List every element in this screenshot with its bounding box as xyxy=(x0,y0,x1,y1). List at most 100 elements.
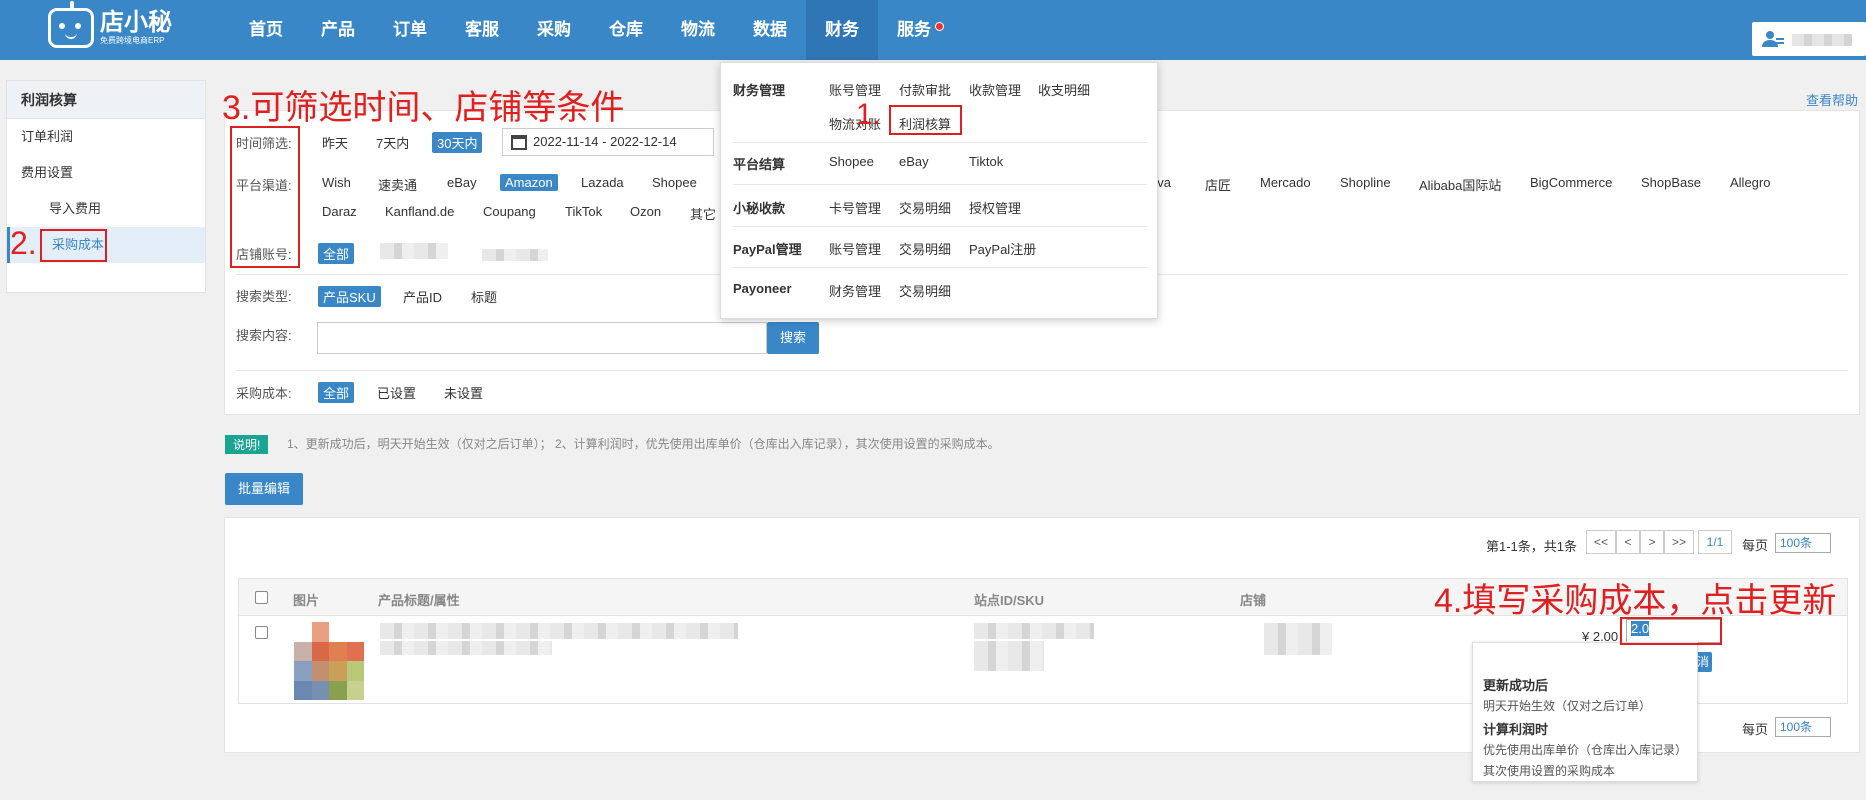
dd-link-authorization[interactable]: 授权管理 xyxy=(969,198,1021,217)
platform-alibaba[interactable]: Alibaba国际站 xyxy=(1419,175,1501,194)
product-attr-blurred xyxy=(380,641,552,655)
pager-last[interactable]: >> xyxy=(1664,530,1694,554)
per-page-select[interactable]: 100条 xyxy=(1775,533,1831,553)
cost-filter-all[interactable]: 全部 xyxy=(318,382,355,403)
platform-dianjiang[interactable]: 店匠 xyxy=(1205,175,1231,194)
notice-text: 1、更新成功后，明天开始生效（仅对之后订单）； 2、计算利润时，优先使用出库单价… xyxy=(287,437,1000,451)
dd-link-payoneer-transactions[interactable]: 交易明细 xyxy=(899,281,951,300)
dd-link-paypal-register[interactable]: PayPal注册 xyxy=(969,239,1036,258)
date-range-picker[interactable]: 2022-11-14 - 2022-12-14 xyxy=(502,128,714,156)
pager-first[interactable]: << xyxy=(1586,530,1616,554)
logo[interactable]: 店小秘 免费跨境电商ERP xyxy=(48,1,172,48)
time-option-7days[interactable]: 7天内 xyxy=(376,133,409,152)
platform-daraz[interactable]: Daraz xyxy=(322,204,357,219)
nav-customer-service[interactable]: 客服 xyxy=(446,0,518,60)
per-page-label-bottom: 每页 xyxy=(1742,722,1769,737)
shop-name-blurred[interactable] xyxy=(380,243,448,259)
platform-shopee[interactable]: Shopee xyxy=(652,175,697,190)
shop-name-blurred[interactable] xyxy=(482,249,548,261)
batch-edit-button[interactable]: 批量编辑 xyxy=(225,473,303,505)
dd-link-income-expense[interactable]: 收支明细 xyxy=(1038,80,1090,99)
dd-link-ebay[interactable]: eBay xyxy=(899,154,929,169)
dd-link-paypal-transactions[interactable]: 交易明细 xyxy=(899,239,951,258)
main-nav: 首页 产品 订单 客服 采购 仓库 物流 数据 财务 服务 xyxy=(230,0,950,60)
platform-mercado[interactable]: Mercado xyxy=(1260,175,1311,190)
nav-logistics[interactable]: 物流 xyxy=(662,0,734,60)
dd-link-payoneer-finance[interactable]: 财务管理 xyxy=(829,281,881,300)
annotation-box-cost-input xyxy=(1620,617,1722,645)
platform-other[interactable]: 其它 xyxy=(690,204,716,223)
platform-shopbase[interactable]: ShopBase xyxy=(1641,175,1701,190)
nav-orders[interactable]: 订单 xyxy=(374,0,446,60)
search-button[interactable]: 搜索 xyxy=(767,322,819,354)
per-page-select-bottom[interactable]: 100条 xyxy=(1775,717,1831,737)
annotation-step-4: 4.填写采购成本，点击更新 xyxy=(1434,582,1837,620)
pager-current[interactable]: 1/1 xyxy=(1698,530,1732,554)
dd-link-account-management[interactable]: 账号管理 xyxy=(829,80,881,99)
sidebar-header: 利润核算 xyxy=(7,81,205,119)
dd-link-shopee[interactable]: Shopee xyxy=(829,154,874,169)
platform-bigcommerce[interactable]: BigCommerce xyxy=(1530,175,1612,190)
finance-dropdown-menu: 财务管理 账号管理 付款审批 收款管理 收支明细 物流对账 利润核算 平台结算 … xyxy=(720,62,1158,319)
tooltip-title-1: 更新成功后 xyxy=(1483,678,1549,693)
cost-filter-set[interactable]: 已设置 xyxy=(377,383,416,402)
user-menu[interactable] xyxy=(1752,22,1866,56)
platform-coupang[interactable]: Coupang xyxy=(483,204,536,219)
product-image[interactable] xyxy=(294,622,364,700)
dd-section-platform-settlement: 平台结算 xyxy=(733,157,786,172)
shop-all[interactable]: 全部 xyxy=(318,243,355,264)
platform-wish[interactable]: Wish xyxy=(322,175,351,190)
platform-amazon[interactable]: Amazon xyxy=(500,174,558,191)
platform-shopline[interactable]: Shopline xyxy=(1340,175,1391,190)
platform-kaufland[interactable]: Kanfland.de xyxy=(385,204,454,219)
nav-purchase[interactable]: 采购 xyxy=(518,0,590,60)
platform-aliexpress[interactable]: 速卖通 xyxy=(378,175,417,194)
search-type-label: 搜索类型: xyxy=(236,289,292,304)
search-input[interactable] xyxy=(317,322,767,354)
nav-services[interactable]: 服务 xyxy=(878,0,950,60)
platform-ozon[interactable]: Ozon xyxy=(630,204,661,219)
nav-home[interactable]: 首页 xyxy=(230,0,302,60)
dd-link-card-management[interactable]: 卡号管理 xyxy=(829,198,881,217)
tooltip-text-2: 优先使用出库单价（仓库出入库记录） xyxy=(1483,743,1688,757)
dd-link-paypal-accounts[interactable]: 账号管理 xyxy=(829,239,881,258)
nav-data[interactable]: 数据 xyxy=(734,0,806,60)
sku-blurred xyxy=(974,641,1044,671)
nav-products[interactable]: 产品 xyxy=(302,0,374,60)
sidebar-item-expense-settings[interactable]: 费用设置 xyxy=(7,155,205,191)
nav-finance[interactable]: 财务 xyxy=(806,0,878,60)
user-name-blurred xyxy=(1792,34,1852,46)
time-option-yesterday[interactable]: 昨天 xyxy=(322,133,348,152)
user-icon xyxy=(1762,31,1784,47)
platform-lazada[interactable]: Lazada xyxy=(581,175,624,190)
top-nav-bar: 店小秘 免费跨境电商ERP 首页 产品 订单 客服 采购 仓库 物流 数据 财务… xyxy=(0,0,1866,60)
tooltip-title-2: 计算利润时 xyxy=(1483,722,1549,737)
annotation-step-2: 2. xyxy=(10,225,37,261)
product-title-blurred[interactable] xyxy=(380,623,738,639)
platform-ebay[interactable]: eBay xyxy=(447,175,477,190)
select-all-checkbox[interactable] xyxy=(255,591,268,604)
nav-warehouse[interactable]: 仓库 xyxy=(590,0,662,60)
sidebar-item-import-expenses[interactable]: 导入费用 xyxy=(7,191,205,227)
sidebar-item-order-profit[interactable]: 订单利润 xyxy=(7,119,205,155)
search-type-title[interactable]: 标题 xyxy=(471,287,497,306)
annotation-box-profit-link xyxy=(889,105,962,135)
pager-summary: 第1-1条，共1条 xyxy=(1486,539,1578,554)
dd-link-payment-approval[interactable]: 付款审批 xyxy=(899,80,951,99)
pager-prev[interactable]: < xyxy=(1616,530,1640,554)
dd-link-receipts[interactable]: 收款管理 xyxy=(969,80,1021,99)
platform-tiktok[interactable]: TikTok xyxy=(565,204,602,219)
row-checkbox[interactable] xyxy=(255,626,268,639)
search-type-sku[interactable]: 产品SKU xyxy=(318,286,381,307)
robot-logo-icon xyxy=(48,1,94,48)
cost-filter-unset[interactable]: 未设置 xyxy=(444,383,483,402)
per-page-label: 每页 xyxy=(1742,538,1769,553)
time-option-30days[interactable]: 30天内 xyxy=(432,132,483,153)
platform-allegro[interactable]: Allegro xyxy=(1730,175,1770,190)
dd-link-transactions[interactable]: 交易明细 xyxy=(899,198,951,217)
search-type-product-id[interactable]: 产品ID xyxy=(403,287,442,306)
help-link[interactable]: 查看帮助 xyxy=(1806,90,1858,109)
pager-next[interactable]: > xyxy=(1640,530,1664,554)
col-shop: 店铺 xyxy=(1240,593,1267,608)
dd-link-tiktok[interactable]: Tiktok xyxy=(969,154,1003,169)
